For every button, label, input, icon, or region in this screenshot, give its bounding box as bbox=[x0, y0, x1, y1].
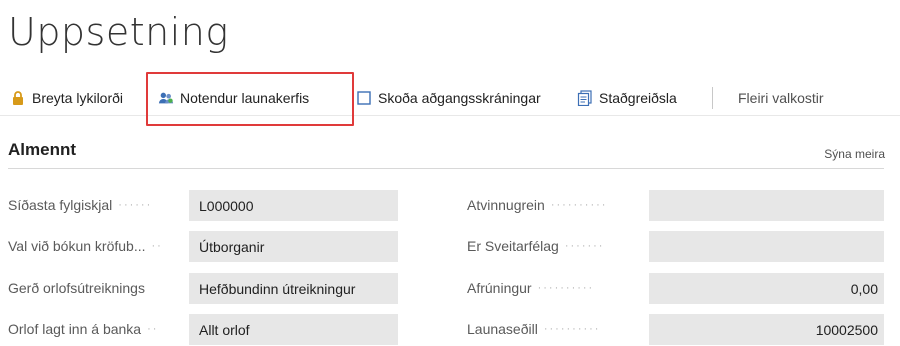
lock-icon bbox=[10, 90, 26, 106]
leader-dots: ······· bbox=[564, 240, 605, 252]
more-options-button[interactable]: Fleiri valkostir bbox=[738, 80, 824, 116]
section-divider bbox=[8, 168, 884, 169]
confirmation-button[interactable]: Staðgreiðsla bbox=[577, 80, 677, 116]
leader-dots: ·········· bbox=[537, 282, 595, 294]
change-password-label: Breyta lykilorði bbox=[32, 90, 124, 106]
change-password-button[interactable]: Breyta lykilorði bbox=[10, 80, 123, 116]
field-label-holiday-calc-type: Gerð orlofsútreiknings bbox=[8, 280, 145, 296]
leader-dots: ······ bbox=[118, 199, 153, 211]
leader-dots: ·········· bbox=[543, 323, 601, 335]
leader-dots: ·· bbox=[151, 240, 163, 252]
industry-field[interactable] bbox=[649, 190, 884, 221]
view-access-log-label: Skoða aðgangsskráningar bbox=[378, 90, 541, 106]
leader-dots: ·· bbox=[147, 323, 159, 335]
rounding-field[interactable]: 0,00 bbox=[649, 273, 884, 304]
field-label-payslip: Launaseðill ·········· bbox=[467, 321, 601, 337]
action-bar: Breyta lykilorði Notendur launakerfis Sk… bbox=[0, 80, 900, 116]
leader-dots: ·········· bbox=[550, 199, 608, 211]
page-title: Uppsetning bbox=[8, 10, 229, 54]
holiday-calc-type-field[interactable]: Hefðbundinn útreikningur bbox=[189, 273, 398, 304]
is-municipality-field[interactable] bbox=[649, 231, 884, 262]
field-label-is-municipality: Er Sveitarfélag ······· bbox=[467, 238, 605, 254]
more-options-label: Fleiri valkostir bbox=[738, 90, 824, 106]
field-label-last-document: Síðasta fylgiskjal ······ bbox=[8, 197, 153, 213]
field-label-rounding: Afrúningur ·········· bbox=[467, 280, 595, 296]
posting-choice-field[interactable]: Útborganir bbox=[189, 231, 398, 262]
payslip-field[interactable]: 10002500 bbox=[649, 314, 884, 345]
section-title[interactable]: Almennt bbox=[8, 140, 76, 160]
document-icon bbox=[577, 90, 593, 106]
field-label-holiday-to-bank: Orlof lagt inn á banka ·· bbox=[8, 321, 159, 337]
holiday-to-bank-field[interactable]: Allt orlof bbox=[189, 314, 398, 345]
highlight-box bbox=[146, 72, 354, 126]
action-separator bbox=[712, 87, 713, 109]
confirmation-label: Staðgreiðsla bbox=[599, 90, 677, 106]
show-more-link[interactable]: Sýna meira bbox=[824, 147, 885, 161]
field-label-industry: Atvinnugrein ·········· bbox=[467, 197, 608, 213]
checkbox-icon bbox=[356, 90, 372, 106]
last-document-field[interactable]: L000000 bbox=[189, 190, 398, 221]
field-label-posting-choice: Val við bókun kröfub... ·· bbox=[8, 238, 163, 254]
view-access-log-button[interactable]: Skoða aðgangsskráningar bbox=[356, 80, 541, 116]
